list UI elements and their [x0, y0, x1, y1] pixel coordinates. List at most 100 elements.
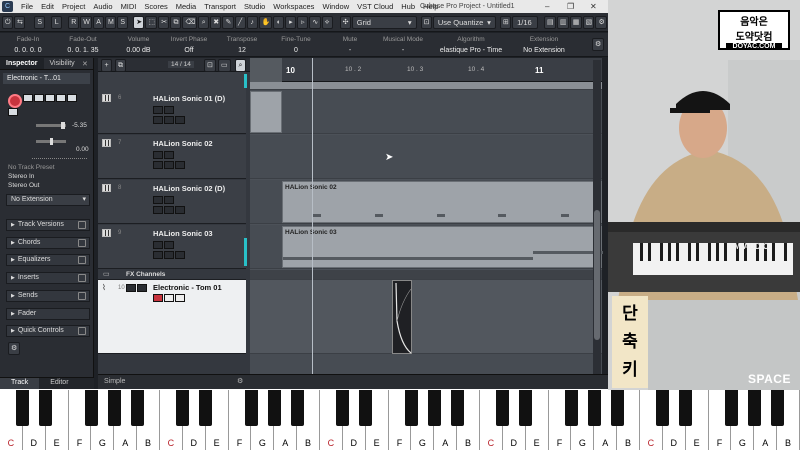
- solo-button[interactable]: [137, 284, 147, 292]
- track-view-icon[interactable]: ⊡: [204, 59, 216, 72]
- inspector-settings-gear-icon[interactable]: ⚙: [8, 342, 21, 355]
- track-row[interactable]: 8 HALion Sonic 02 (D): [98, 180, 246, 224]
- info-extension[interactable]: Extension No Extension: [515, 36, 573, 54]
- info-algorithm[interactable]: Algorithm elastique Pro - Time: [430, 36, 512, 54]
- audio-event[interactable]: [392, 280, 412, 354]
- track-layout-icon[interactable]: ▭: [218, 59, 231, 72]
- layout-left-icon[interactable]: ▤: [544, 15, 556, 29]
- monitor-button[interactable]: [67, 94, 77, 102]
- track-presets-icon[interactable]: ⧉: [115, 59, 126, 72]
- solo-button[interactable]: S: [117, 15, 129, 29]
- solo-button[interactable]: [164, 241, 174, 249]
- write-automation-button[interactable]: W: [80, 15, 93, 29]
- mute-button[interactable]: [153, 196, 163, 204]
- section-toggle-icon[interactable]: [78, 327, 86, 335]
- input-routing[interactable]: Stereo In: [8, 173, 34, 180]
- track-row[interactable]: 9 HALion Sonic 03: [98, 225, 246, 269]
- read-automation-button[interactable]: R: [68, 15, 80, 29]
- add-track-icon[interactable]: +: [101, 59, 112, 72]
- menu-workspaces[interactable]: Workspaces: [269, 2, 318, 11]
- edit-button[interactable]: [175, 294, 185, 302]
- selected-track-row[interactable]: ⌇ 10 Electronic - Tom 01: [98, 280, 246, 354]
- record-button[interactable]: [153, 206, 163, 214]
- tab-inspector[interactable]: Inspector: [0, 58, 44, 69]
- auto-scroll-icon[interactable]: ▸: [285, 15, 297, 29]
- track-row[interactable]: 7 HALion Sonic 02: [98, 135, 246, 179]
- solo-state-button[interactable]: S: [34, 15, 46, 29]
- inspector-close-icon[interactable]: ✕: [82, 60, 88, 68]
- menu-audio[interactable]: Audio: [89, 2, 116, 11]
- split-icon[interactable]: ✂: [158, 15, 170, 29]
- menu-project[interactable]: Project: [58, 2, 89, 11]
- solo-button[interactable]: [34, 94, 44, 102]
- mute-button[interactable]: [153, 106, 163, 114]
- quantize-snap-icon[interactable]: ⊡: [420, 15, 432, 29]
- left-locator-button[interactable]: L: [51, 15, 63, 29]
- section-toggle-icon[interactable]: [78, 274, 86, 282]
- monitor-button[interactable]: [164, 161, 174, 169]
- line-icon[interactable]: ╱: [234, 15, 246, 29]
- object-selection-icon[interactable]: ➤: [133, 15, 145, 29]
- section-toggle-icon[interactable]: [78, 239, 86, 247]
- solo-button[interactable]: [164, 106, 174, 114]
- midi-part[interactable]: [250, 91, 282, 133]
- info-fade-in[interactable]: Fade-In 0. 0. 0. 0: [8, 36, 48, 54]
- info-invert-phase[interactable]: Invert Phase Off: [168, 36, 210, 54]
- record-button[interactable]: [153, 116, 163, 124]
- menu-window[interactable]: Window: [318, 2, 353, 11]
- snap-type-dropdown[interactable]: Grid ▾: [351, 15, 417, 29]
- constrain-delay-button[interactable]: ⇆: [14, 15, 26, 29]
- section-inserts[interactable]: ▶ Inserts: [6, 272, 90, 284]
- extension-dropdown[interactable]: No Extension ▾: [6, 194, 90, 206]
- snap-icon[interactable]: ✣: [339, 15, 351, 29]
- menu-transport[interactable]: Transport: [200, 2, 240, 11]
- section-track-versions[interactable]: ▶ Track Versions: [6, 219, 90, 231]
- menu-studio[interactable]: Studio: [240, 2, 269, 11]
- infoline-settings-gear-icon[interactable]: ⚙: [592, 38, 605, 51]
- draw-icon[interactable]: ✎: [222, 15, 234, 29]
- monitor-button[interactable]: [164, 294, 174, 302]
- output-routing[interactable]: Stereo Out: [8, 182, 39, 189]
- menu-media[interactable]: Media: [172, 2, 200, 11]
- mute-button[interactable]: [153, 151, 163, 159]
- section-sends[interactable]: ▶ Sends: [6, 290, 90, 302]
- settings-gear-icon[interactable]: ⚙: [595, 15, 608, 29]
- section-chords[interactable]: ▶ Chords: [6, 237, 90, 249]
- mute-tool-icon[interactable]: ✖: [210, 15, 222, 29]
- info-volume[interactable]: Volume 0.00 dB: [116, 36, 161, 54]
- layout-right-icon[interactable]: ▥: [556, 15, 569, 29]
- erase-icon[interactable]: ⌫: [182, 15, 198, 29]
- freeze-button[interactable]: [8, 108, 18, 116]
- monitor-button[interactable]: [164, 206, 174, 214]
- search-icon[interactable]: ⌕: [235, 59, 246, 72]
- read-button[interactable]: [45, 94, 55, 102]
- mute-button[interactable]: [126, 284, 136, 292]
- quantize-icon[interactable]: ⊞: [499, 15, 512, 29]
- project-cursor[interactable]: [312, 58, 313, 378]
- solo-button[interactable]: [164, 196, 174, 204]
- tab-track[interactable]: Track: [0, 378, 40, 389]
- menu-hub[interactable]: Hub: [397, 2, 419, 11]
- tab-visibility[interactable]: Visibility: [44, 58, 81, 69]
- ruler[interactable]: 10 10 . 2 10 . 3 10 . 4 11: [250, 58, 602, 82]
- info-mute[interactable]: Mute -: [332, 36, 368, 54]
- link-icon[interactable]: ⟡: [321, 15, 333, 29]
- info-fine-tune[interactable]: Fine-Tune 0: [276, 36, 316, 54]
- record-button[interactable]: [153, 294, 163, 302]
- monitor-button[interactable]: [164, 116, 174, 124]
- close-icon[interactable]: ✕: [590, 2, 597, 11]
- vertical-scrollbar[interactable]: [593, 60, 601, 382]
- restore-icon[interactable]: ❐: [567, 2, 574, 11]
- record-button[interactable]: [153, 161, 163, 169]
- zoom-icon[interactable]: ⌕: [198, 15, 210, 29]
- info-fade-out[interactable]: Fade-Out 0. 0. 1. 35: [58, 36, 108, 54]
- record-button[interactable]: [153, 251, 163, 259]
- mute-button[interactable]: [153, 241, 163, 249]
- glue-icon[interactable]: ⧉: [170, 15, 182, 29]
- layout-full-icon[interactable]: ▧: [582, 15, 595, 29]
- range-selection-icon[interactable]: ⬚: [145, 15, 158, 29]
- tab-editor[interactable]: Editor: [39, 378, 79, 389]
- folder-track[interactable]: ▭ FX Channels: [98, 270, 246, 280]
- play-tool-icon[interactable]: ♪: [246, 15, 258, 29]
- section-fader[interactable]: ▶ Fader: [6, 308, 90, 320]
